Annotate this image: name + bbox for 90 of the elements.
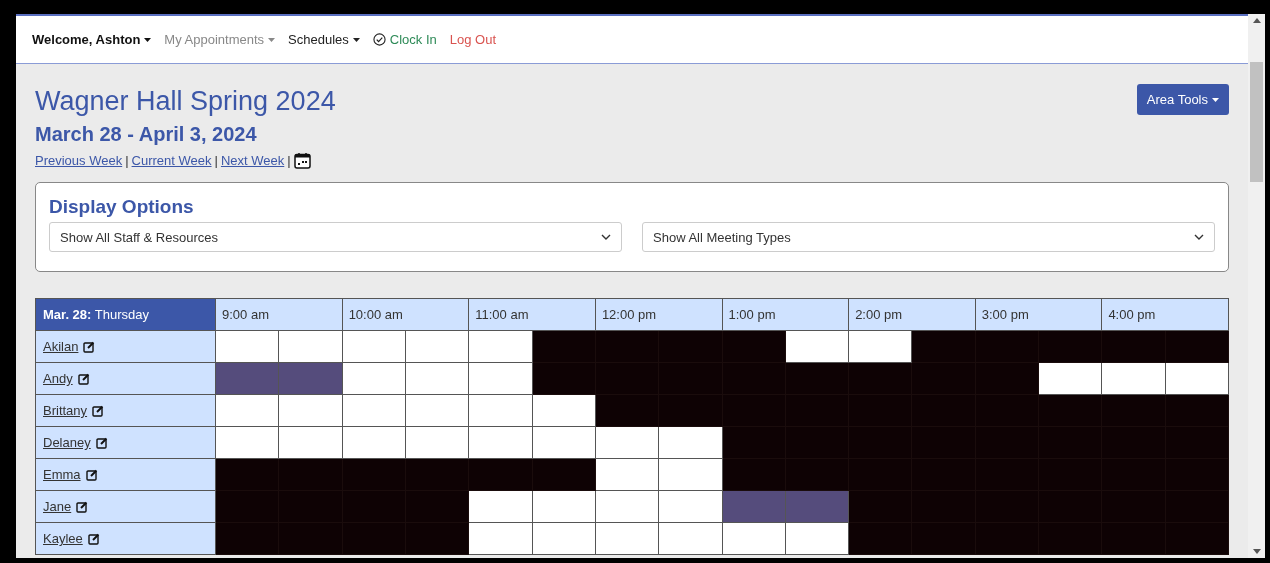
open-slot[interactable] [215, 426, 279, 459]
open-slot[interactable] [658, 426, 722, 459]
open-slot[interactable] [342, 394, 406, 427]
date-range: March 28 - April 3, 2024 [35, 122, 258, 147]
open-slot[interactable] [595, 458, 659, 491]
open-slot[interactable] [468, 522, 533, 555]
open-slot[interactable] [658, 458, 722, 491]
hour-header: 10:00 am [342, 298, 469, 331]
edit-icon[interactable] [76, 500, 89, 513]
filter-select[interactable]: Show All Staff & Resources [49, 222, 622, 252]
caret-icon [268, 37, 276, 42]
open-slot[interactable] [848, 330, 912, 363]
open-slot[interactable] [278, 394, 343, 427]
open-slot[interactable] [215, 330, 279, 363]
edit-icon[interactable] [87, 532, 100, 545]
open-slot[interactable] [722, 522, 786, 555]
open-slot[interactable] [468, 362, 533, 395]
caret-icon [352, 37, 360, 42]
card-title: Display Options [49, 196, 195, 218]
open-slot[interactable] [215, 394, 279, 427]
open-slot[interactable] [532, 394, 596, 427]
page-title: Wagner Hall Spring 2024 [35, 85, 336, 118]
log-out-link[interactable]: Log Out [449, 32, 497, 47]
open-slot[interactable] [342, 330, 406, 363]
edit-icon[interactable] [83, 340, 96, 353]
open-slot[interactable] [405, 330, 469, 363]
open-slot[interactable] [595, 426, 659, 459]
open-slot[interactable] [342, 362, 406, 395]
open-slot[interactable] [405, 394, 469, 427]
caret-icon [1212, 97, 1219, 102]
open-slot[interactable] [532, 426, 596, 459]
open-slot[interactable] [785, 522, 849, 555]
separator: | [287, 153, 291, 168]
edit-icon[interactable] [77, 372, 90, 385]
hour-header: 1:00 pm [722, 298, 849, 331]
week-link[interactable]: Next Week [220, 153, 285, 168]
open-slot[interactable] [595, 490, 659, 523]
hour-header: 2:00 pm [848, 298, 976, 331]
scrollbar-thumb[interactable] [1250, 62, 1263, 182]
open-slot[interactable] [532, 522, 596, 555]
open-slot[interactable] [468, 426, 533, 459]
day-header: Mar. 28: Thursday [35, 298, 216, 331]
open-slot[interactable] [658, 522, 722, 555]
week-link[interactable]: Previous Week [35, 153, 123, 168]
open-slot[interactable] [658, 490, 722, 523]
open-slot[interactable] [278, 426, 343, 459]
area-tools-button[interactable]: Area Tools [1136, 84, 1229, 115]
open-slot[interactable] [532, 490, 596, 523]
scroll-down-icon[interactable] [1252, 549, 1261, 554]
open-slot[interactable] [405, 426, 469, 459]
check-circle-icon [372, 33, 386, 46]
edit-icon[interactable] [95, 436, 108, 449]
clock-in-link[interactable]: Clock In [372, 32, 437, 47]
open-slot[interactable] [1165, 362, 1229, 395]
open-slot[interactable] [785, 330, 849, 363]
caret-icon [144, 37, 152, 42]
chevron-down-icon [601, 234, 611, 240]
separator: | [125, 153, 129, 168]
edit-icon[interactable] [92, 404, 105, 417]
staff-link[interactable]: Andy [43, 371, 73, 386]
staff-link[interactable]: Delaney [43, 435, 91, 450]
staff-link[interactable]: Emma [43, 467, 81, 482]
open-slot[interactable] [468, 330, 533, 363]
open-slot[interactable] [342, 426, 406, 459]
hour-header: 11:00 am [468, 298, 596, 331]
open-slot[interactable] [1038, 362, 1102, 395]
scrollbar[interactable] [1248, 14, 1265, 558]
open-slot[interactable] [278, 330, 343, 363]
staff-link[interactable]: Kaylee [43, 531, 83, 546]
hour-header: 3:00 pm [975, 298, 1102, 331]
chevron-down-icon [1194, 234, 1204, 240]
staff-link[interactable]: Akilan [43, 339, 79, 354]
open-slot[interactable] [405, 362, 469, 395]
staff-link[interactable]: Jane [43, 499, 72, 514]
open-slot[interactable] [468, 394, 533, 427]
edit-icon[interactable] [85, 468, 98, 481]
hour-header: 9:00 am [215, 298, 343, 331]
week-link[interactable]: Current Week [131, 153, 212, 168]
schedules-menu[interactable]: Schedules [288, 32, 360, 47]
staff-link[interactable]: Brittany [43, 403, 88, 418]
hour-header: 12:00 pm [595, 298, 722, 331]
scroll-up-icon[interactable] [1252, 18, 1261, 23]
hour-header: 4:00 pm [1101, 298, 1229, 331]
calendar-icon[interactable] [293, 152, 311, 169]
open-slot[interactable] [468, 490, 533, 523]
filter-select[interactable]: Show All Meeting Types [642, 222, 1215, 252]
open-slot[interactable] [1101, 362, 1166, 395]
separator: | [214, 153, 218, 168]
welcome-menu[interactable]: Welcome, Ashton [32, 32, 152, 47]
open-slot[interactable] [595, 522, 659, 555]
